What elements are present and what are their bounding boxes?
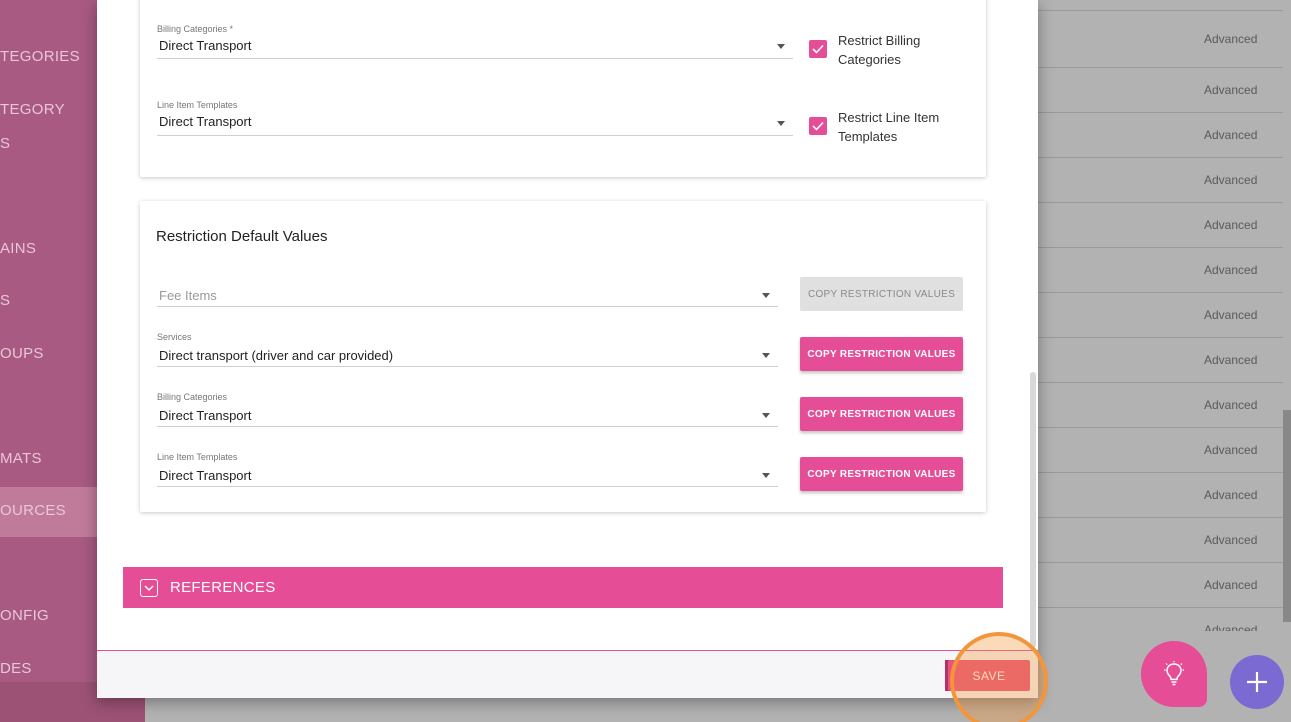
field-underline (157, 486, 778, 487)
restriction-defaults-card: Restriction Default Values Fee Items COP… (140, 201, 986, 512)
table-row-divider (1037, 112, 1283, 113)
sidebar-item[interactable]: OUPS (0, 345, 44, 362)
field-label: Services (157, 332, 192, 342)
chevron-down-icon (777, 44, 785, 49)
table-cell-type: Advanced (1204, 128, 1258, 142)
click-highlight (950, 632, 1048, 722)
table-cell-type: Advanced (1204, 488, 1258, 502)
add-button[interactable] (1230, 655, 1284, 709)
plus-icon (1247, 672, 1267, 692)
table-cell-type: Advanced (1204, 443, 1258, 457)
table-cell-type: Advanced (1204, 218, 1258, 232)
table-cell-type: Advanced (1204, 578, 1258, 592)
table-row-divider (1037, 292, 1283, 293)
field-label: Billing Categories * (157, 24, 234, 34)
copy-line-item-templates-button[interactable]: COPY RESTRICTION VALUES (800, 457, 963, 491)
services-select[interactable]: Services Direct transport (driver and ca… (157, 332, 778, 367)
table-cell-type: Advanced (1204, 83, 1258, 97)
sidebar-item[interactable]: MATS (0, 450, 42, 467)
field-label: Line Item Templates (157, 452, 238, 462)
field-underline (157, 58, 793, 59)
table-row-divider (1037, 67, 1283, 68)
field-placeholder: Fee Items (159, 288, 217, 303)
chevron-down-icon (762, 473, 770, 478)
field-value: Direct Transport (159, 114, 252, 129)
table-row-divider (1037, 382, 1283, 383)
restrict-line-item-templates-checkbox[interactable] (809, 117, 827, 135)
table-cell-type: Advanced (1204, 398, 1258, 412)
default-billing-categories-select[interactable]: Billing Categories Direct Transport (157, 392, 778, 427)
table-row-divider (1037, 337, 1283, 338)
chevron-down-icon (762, 413, 770, 418)
table-row-divider (1037, 517, 1283, 518)
table-cell-type: Advanced (1204, 173, 1258, 187)
field-underline (157, 135, 793, 136)
chevron-down-icon (140, 579, 158, 597)
tips-button[interactable] (1141, 641, 1207, 707)
field-label: Line Item Templates (157, 100, 238, 110)
restrict-billing-categories-checkbox[interactable] (809, 40, 827, 58)
table-cell-type: Advanced (1204, 623, 1258, 631)
default-line-item-templates-select[interactable]: Line Item Templates Direct Transport (157, 452, 778, 487)
field-label: Billing Categories (157, 392, 228, 402)
copy-services-button[interactable]: COPY RESTRICTION VALUES (800, 337, 963, 371)
restrictions-card: Billing Categories * Direct Transport Re… (140, 0, 986, 177)
lightbulb-icon (1164, 661, 1184, 686)
table-cell-type: Advanced (1204, 263, 1258, 277)
check-icon (812, 121, 824, 131)
field-value: Direct Transport (159, 38, 252, 53)
dialog-scrollbar[interactable] (1030, 372, 1036, 648)
sidebar-item[interactable]: AINS (0, 240, 36, 257)
table-row-divider (1037, 10, 1283, 11)
sidebar-item[interactable]: DES (0, 660, 32, 677)
table-cell-type: Advanced (1204, 32, 1258, 46)
copy-billing-categories-button[interactable]: COPY RESTRICTION VALUES (800, 397, 963, 431)
table-row-divider (1037, 202, 1283, 203)
chevron-down-icon (777, 121, 785, 126)
chevron-down-icon (762, 353, 770, 358)
line-item-templates-select[interactable]: Line Item Templates Direct Transport (157, 100, 793, 136)
check-icon (812, 44, 824, 54)
section-title: Restriction Default Values (156, 228, 328, 245)
table-row-divider (1037, 562, 1283, 563)
dialog-footer: SAVE (97, 650, 1038, 698)
table-row-divider (1037, 607, 1283, 608)
edit-dialog: Billing Categories * Direct Transport Re… (97, 0, 1038, 698)
sidebar-item[interactable]: OURCES (0, 502, 66, 519)
chevron-down-icon (762, 293, 770, 298)
billing-categories-select[interactable]: Billing Categories * Direct Transport (157, 24, 793, 59)
table-row-divider (1037, 472, 1283, 473)
sidebar-item[interactable]: TEGORIES (0, 48, 80, 65)
field-value: Direct Transport (159, 468, 252, 483)
field-value: Direct transport (driver and car provide… (159, 348, 394, 363)
references-label: REFERENCES (170, 579, 276, 596)
table-row-divider (1037, 157, 1283, 158)
field-value: Direct Transport (159, 408, 252, 423)
table-scrollbar[interactable] (1283, 410, 1291, 622)
sidebar-item[interactable]: TEGORY (0, 101, 65, 118)
references-section-header[interactable]: REFERENCES (123, 567, 1003, 608)
table-cell-type: Advanced (1204, 308, 1258, 322)
restrict-billing-categories-label: Restrict Billing Categories (838, 33, 921, 67)
field-underline (157, 426, 778, 427)
sidebar-item[interactable]: ONFIG (0, 607, 49, 624)
fee-items-select[interactable]: Fee Items (157, 281, 778, 307)
sidebar-item[interactable]: S (0, 292, 10, 309)
field-underline (157, 306, 778, 307)
field-underline (157, 366, 778, 367)
table-row-divider (1037, 247, 1283, 248)
restrict-line-item-templates-label: Restrict Line Item Templates (838, 110, 940, 144)
copy-fee-items-button[interactable]: COPY RESTRICTION VALUES (800, 277, 963, 311)
table-row-divider (1037, 427, 1283, 428)
sidebar-item[interactable]: S (0, 135, 10, 152)
table-cell-type: Advanced (1204, 353, 1258, 367)
table-cell-type: Advanced (1204, 533, 1258, 547)
